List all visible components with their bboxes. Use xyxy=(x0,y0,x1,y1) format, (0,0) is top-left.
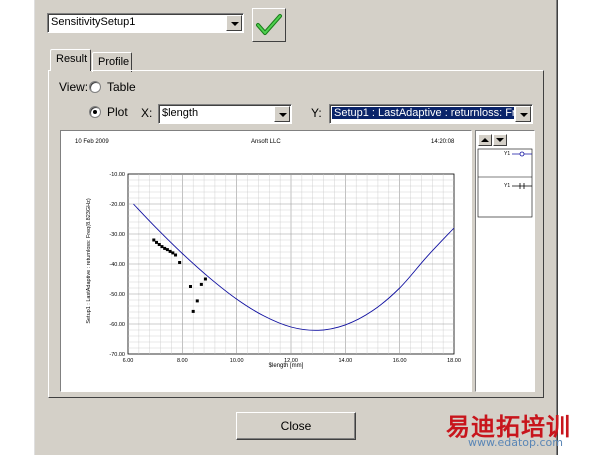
scatter-point xyxy=(191,309,195,313)
series-line-0 xyxy=(133,203,455,331)
scatter-point xyxy=(160,245,164,249)
tab-profile-label: Profile xyxy=(98,56,130,68)
x-tick-label: 14.00 xyxy=(338,358,352,364)
legend-entry-1: Y1 xyxy=(504,151,510,157)
y-tick-label: -40.00 xyxy=(109,262,125,268)
view-table-label[interactable]: Table xyxy=(107,80,136,94)
view-label: View: xyxy=(59,80,89,94)
scatter-point xyxy=(174,253,178,257)
view-table-radio[interactable] xyxy=(89,81,101,93)
x-axis-select[interactable]: $length xyxy=(158,104,292,124)
x-tick-label: 8.00 xyxy=(177,358,188,364)
y-axis-select-value: Setup1 : LastAdaptive : returnloss: Freq xyxy=(332,107,514,119)
watermark-url: www.edatop.com xyxy=(468,436,563,449)
check-icon xyxy=(256,14,282,35)
x-axis-select-value: $length xyxy=(162,107,199,119)
sensitivity-chart: 10 Feb 2009 Ansoft LLC 14:20:08 6.00 8.00… xyxy=(75,139,461,369)
y-tick-label: -20.00 xyxy=(109,202,125,208)
x-axis-title: $length [mm] xyxy=(269,363,304,369)
tab-result-label: Result xyxy=(56,53,88,65)
scatter-point xyxy=(203,277,207,281)
legend: Y1 Y1 xyxy=(477,148,533,218)
chevron-down-icon[interactable] xyxy=(274,106,290,122)
y-tick-label: -50.00 xyxy=(109,292,125,298)
setup-select-value: SensitivitySetup1 xyxy=(51,16,136,28)
legend-entry-2: Y1 xyxy=(504,183,510,189)
scatter-point xyxy=(168,249,172,253)
legend-line-marker xyxy=(519,151,525,157)
tab-result[interactable]: Result xyxy=(50,49,91,71)
chevron-up-icon xyxy=(481,138,489,142)
scroll-up-button[interactable] xyxy=(478,134,492,146)
x-tick-label: 18.00 xyxy=(447,358,461,364)
scatter-point xyxy=(155,240,159,244)
scatter-point xyxy=(163,246,167,250)
apply-button[interactable] xyxy=(252,8,286,42)
close-button-label: Close xyxy=(280,419,312,433)
y-tick-label: -10.00 xyxy=(109,172,125,178)
scroll-down-button[interactable] xyxy=(493,134,507,146)
x-tick-label: 10.00 xyxy=(230,358,244,364)
y-tick-label: -30.00 xyxy=(109,232,125,238)
scatter-point xyxy=(171,251,175,255)
scatter-point xyxy=(152,238,156,242)
y-axis-select[interactable]: Setup1 : LastAdaptive : returnloss: Freq xyxy=(329,104,533,124)
scatter-point xyxy=(188,285,192,288)
setup-select[interactable]: SensitivitySetup1 xyxy=(47,13,244,33)
y-axis-title: Setup1 : LastAdaptive : returnloss: Freq… xyxy=(86,198,92,324)
tab-profile[interactable]: Profile xyxy=(92,52,132,72)
x-tick-label: 16.00 xyxy=(393,358,407,364)
legend-panel: Y1 Y1 xyxy=(475,130,535,392)
y-tick-label: -70.00 xyxy=(109,352,125,358)
scatter-point xyxy=(199,282,203,286)
chevron-down-icon[interactable] xyxy=(515,106,531,122)
plot-company: Ansoft LLC xyxy=(251,139,281,145)
x-label: X: xyxy=(141,106,153,120)
view-plot-radio[interactable] xyxy=(89,106,101,118)
scatter-point xyxy=(157,243,161,246)
scatter-point xyxy=(165,248,169,252)
scatter-point xyxy=(178,261,182,264)
plot-area[interactable]: 10 Feb 2009 Ansoft LLC 14:20:08 6.00 8.00… xyxy=(60,130,472,392)
x-tick-label: 6.00 xyxy=(123,358,134,364)
view-plot-label[interactable]: Plot xyxy=(107,105,128,119)
scatter-point xyxy=(195,299,199,303)
chevron-down-icon xyxy=(496,138,504,142)
y-label: Y: xyxy=(311,106,322,120)
plot-date: 10 Feb 2009 xyxy=(75,139,109,145)
y-tick-label: -60.00 xyxy=(109,322,125,328)
plot-time: 14:20:08 xyxy=(431,139,455,145)
chevron-down-icon[interactable] xyxy=(226,15,242,31)
close-button[interactable]: Close xyxy=(236,412,356,440)
